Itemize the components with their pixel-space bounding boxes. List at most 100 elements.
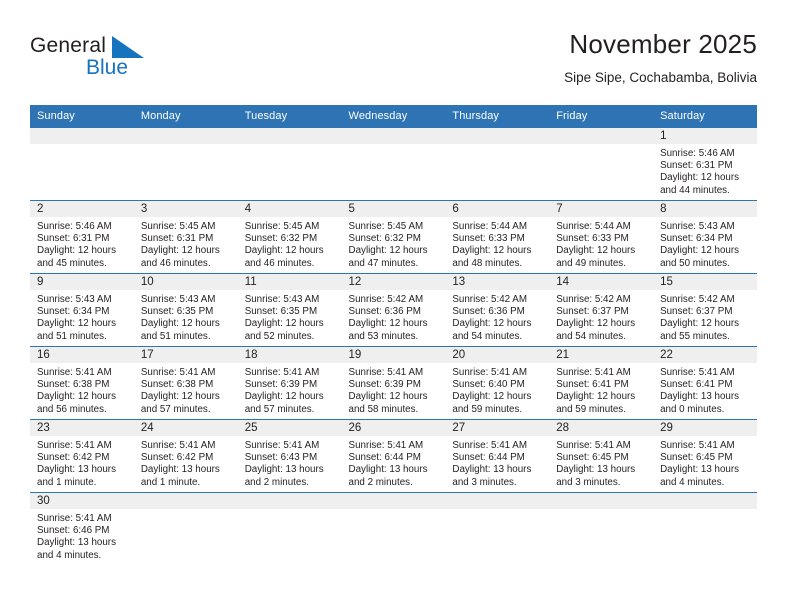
sunrise-text: Sunrise: 5:43 AM <box>140 294 216 305</box>
calendar-day-cell[interactable]: 24 Sunrise: 5:41 AM Sunset: 6:42 PM Dayligh… <box>133 419 238 493</box>
sunset-text: Sunset: 6:39 PM <box>348 379 421 391</box>
calendar-day-cell[interactable]: 7 Sunrise: 5:44 AM Sunset: 6:33 PM Daylight… <box>549 200 654 274</box>
sunrise-text: Sunrise: 5:41 AM <box>556 440 631 451</box>
calendar-day-cell[interactable]: 10 Sunrise: 5:43 AM Sunset: 6:35 PM Dayligh… <box>133 273 238 347</box>
weekday-header-monday: Monday <box>133 105 238 128</box>
sunrise-text: Sunrise: 5:46 AM <box>660 148 735 159</box>
day-number: 26 <box>341 420 446 436</box>
calendar-day-cell[interactable]: 25 Sunrise: 5:41 AM Sunset: 6:43 PM Dayligh… <box>237 419 342 493</box>
sunrise-text: Sunrise: 5:45 AM <box>140 221 216 232</box>
daylight-text-line2: and 4 minutes. <box>37 549 102 561</box>
sunrise-text: Sunrise: 5:42 AM <box>452 294 527 305</box>
title-block: November 2025 Sipe Sipe, Cochabamba, Bol… <box>564 28 757 88</box>
day-number: 22 <box>653 347 757 363</box>
calendar-day-cell[interactable]: 2 Sunrise: 5:46 AM Sunset: 6:31 PM Daylight… <box>30 200 134 274</box>
calendar-day-cell[interactable]: 19 Sunrise: 5:41 AM Sunset: 6:39 PM Dayligh… <box>341 346 446 420</box>
daylight-text-line2: and 50 minutes. <box>660 257 730 269</box>
calendar-day-cell[interactable]: 4 Sunrise: 5:45 AM Sunset: 6:32 PM Daylight… <box>237 200 342 274</box>
day-number: 16 <box>30 347 134 363</box>
daylight-text-line1: Daylight: 13 hours <box>348 464 428 476</box>
calendar-day-cell[interactable]: 9 Sunrise: 5:43 AM Sunset: 6:34 PM Daylight… <box>30 273 134 347</box>
day-details: Sunrise: 5:41 AM Sunset: 6:42 PM Daylight:… <box>30 436 134 489</box>
calendar-day-cell[interactable]: 12 Sunrise: 5:42 AM Sunset: 6:36 PM Dayligh… <box>341 273 446 347</box>
day-details: Sunrise: 5:45 AM Sunset: 6:32 PM Daylight:… <box>342 217 446 270</box>
calendar-day-cell[interactable]: 23 Sunrise: 5:41 AM Sunset: 6:42 PM Dayligh… <box>30 419 134 493</box>
sunrise-text: Sunrise: 5:42 AM <box>556 294 631 305</box>
sunset-text: Sunset: 6:38 PM <box>140 379 214 391</box>
calendar-week-row: 16 Sunrise: 5:41 AM Sunset: 6:38 PM Dayligh… <box>30 346 757 420</box>
calendar-day-cell[interactable]: 27 Sunrise: 5:41 AM Sunset: 6:44 PM Dayligh… <box>445 419 550 493</box>
calendar-empty-cell <box>341 492 446 568</box>
daylight-text-line1: Daylight: 12 hours <box>660 318 740 330</box>
sunset-text: Sunset: 6:45 PM <box>660 452 733 464</box>
day-details: Sunrise: 5:46 AM Sunset: 6:31 PM Daylight:… <box>653 144 757 197</box>
daylight-text-line2: and 44 minutes. <box>660 184 730 196</box>
daylight-text-line1: Daylight: 12 hours <box>452 391 532 403</box>
daylight-text-line2: and 1 minute. <box>37 476 97 488</box>
daylight-text-line2: and 57 minutes. <box>140 403 211 415</box>
calendar-day-cell[interactable]: 13 Sunrise: 5:42 AM Sunset: 6:36 PM Dayligh… <box>445 273 550 347</box>
calendar-day-cell[interactable]: 8 Sunrise: 5:43 AM Sunset: 6:34 PM Daylight… <box>653 200 757 274</box>
page-title: November 2025 <box>569 29 757 59</box>
calendar-day-cell[interactable]: 17 Sunrise: 5:41 AM Sunset: 6:38 PM Dayligh… <box>133 346 238 420</box>
sunrise-text: Sunrise: 5:45 AM <box>244 221 320 232</box>
sunset-text: Sunset: 6:41 PM <box>660 379 733 391</box>
calendar-day-cell[interactable]: 16 Sunrise: 5:41 AM Sunset: 6:38 PM Dayligh… <box>30 346 134 420</box>
day-details: Sunrise: 5:41 AM Sunset: 6:43 PM Daylight:… <box>238 436 342 489</box>
sunrise-text: Sunrise: 5:41 AM <box>244 367 320 378</box>
daylight-text-line1: Daylight: 12 hours <box>556 318 636 330</box>
day-number: 15 <box>653 274 757 290</box>
weekday-header-saturday: Saturday <box>653 105 757 128</box>
calendar-body: 1 Sunrise: 5:46 AM Sunset: 6:31 PM Daylight… <box>30 127 757 568</box>
day-details: Sunrise: 5:45 AM Sunset: 6:31 PM Daylight:… <box>134 217 238 270</box>
daylight-text-line1: Daylight: 12 hours <box>348 391 428 403</box>
calendar-day-cell[interactable]: 14 Sunrise: 5:42 AM Sunset: 6:37 PM Dayligh… <box>549 273 654 347</box>
sunset-text: Sunset: 6:36 PM <box>452 306 525 318</box>
daylight-text-line2: and 56 minutes. <box>37 403 107 415</box>
day-number: 12 <box>341 274 446 290</box>
calendar-day-cell[interactable]: 15 Sunrise: 5:42 AM Sunset: 6:37 PM Dayligh… <box>653 273 757 347</box>
calendar-day-cell[interactable]: 6 Sunrise: 5:44 AM Sunset: 6:33 PM Daylight… <box>445 200 550 274</box>
sunrise-text: Sunrise: 5:43 AM <box>37 294 112 305</box>
daylight-text-line1: Daylight: 12 hours <box>556 391 636 403</box>
calendar-day-cell[interactable]: 29 Sunrise: 5:41 AM Sunset: 6:45 PM Dayligh… <box>653 419 757 493</box>
day-number <box>341 128 446 144</box>
calendar-day-cell[interactable]: 20 Sunrise: 5:41 AM Sunset: 6:40 PM Dayligh… <box>445 346 550 420</box>
day-details: Sunrise: 5:43 AM Sunset: 6:34 PM Daylight:… <box>30 290 134 343</box>
sunset-text: Sunset: 6:34 PM <box>37 306 110 318</box>
daylight-text-line1: Daylight: 12 hours <box>660 245 740 257</box>
calendar-day-cell[interactable]: 5 Sunrise: 5:45 AM Sunset: 6:32 PM Daylight… <box>341 200 446 274</box>
calendar-day-cell[interactable]: 26 Sunrise: 5:41 AM Sunset: 6:44 PM Dayligh… <box>341 419 446 493</box>
day-number <box>30 128 134 144</box>
day-details: Sunrise: 5:41 AM Sunset: 6:41 PM Daylight:… <box>549 363 653 416</box>
sunset-text: Sunset: 6:33 PM <box>556 233 629 245</box>
sunset-text: Sunset: 6:34 PM <box>660 233 733 245</box>
day-number <box>445 493 550 509</box>
sunrise-text: Sunrise: 5:41 AM <box>660 367 735 378</box>
calendar-day-cell[interactable]: 3 Sunrise: 5:45 AM Sunset: 6:31 PM Daylight… <box>133 200 238 274</box>
calendar-empty-cell <box>653 492 757 568</box>
daylight-text-line2: and 2 minutes. <box>244 476 309 488</box>
day-details: Sunrise: 5:41 AM Sunset: 6:41 PM Daylight:… <box>653 363 757 416</box>
daylight-text-line1: Daylight: 12 hours <box>37 318 116 330</box>
calendar-empty-cell <box>341 127 446 201</box>
calendar-day-cell[interactable]: 18 Sunrise: 5:41 AM Sunset: 6:39 PM Dayligh… <box>237 346 342 420</box>
calendar-day-cell[interactable]: 30 Sunrise: 5:41 AM Sunset: 6:46 PM Dayligh… <box>30 492 134 568</box>
sunset-text: Sunset: 6:36 PM <box>348 306 421 318</box>
day-number: 7 <box>549 201 654 217</box>
sunset-text: Sunset: 6:32 PM <box>348 233 421 245</box>
sunset-text: Sunset: 6:45 PM <box>556 452 629 464</box>
day-number: 28 <box>549 420 654 436</box>
sunset-text: Sunset: 6:33 PM <box>452 233 525 245</box>
calendar-day-cell[interactable]: 1 Sunrise: 5:46 AM Sunset: 6:31 PM Daylight… <box>653 127 757 201</box>
sunset-text: Sunset: 6:37 PM <box>660 306 733 318</box>
calendar-day-cell[interactable]: 21 Sunrise: 5:41 AM Sunset: 6:41 PM Dayligh… <box>549 346 654 420</box>
sunrise-text: Sunrise: 5:41 AM <box>348 440 424 451</box>
general-blue-logo[interactable]: General Blue <box>30 34 190 88</box>
daylight-text-line1: Daylight: 13 hours <box>140 464 220 476</box>
calendar-day-cell[interactable]: 11 Sunrise: 5:43 AM Sunset: 6:35 PM Dayligh… <box>237 273 342 347</box>
day-number: 25 <box>237 420 342 436</box>
calendar-day-cell[interactable]: 28 Sunrise: 5:41 AM Sunset: 6:45 PM Dayligh… <box>549 419 654 493</box>
calendar-day-cell[interactable]: 22 Sunrise: 5:41 AM Sunset: 6:41 PM Dayligh… <box>653 346 757 420</box>
sunrise-text: Sunrise: 5:43 AM <box>660 221 735 232</box>
